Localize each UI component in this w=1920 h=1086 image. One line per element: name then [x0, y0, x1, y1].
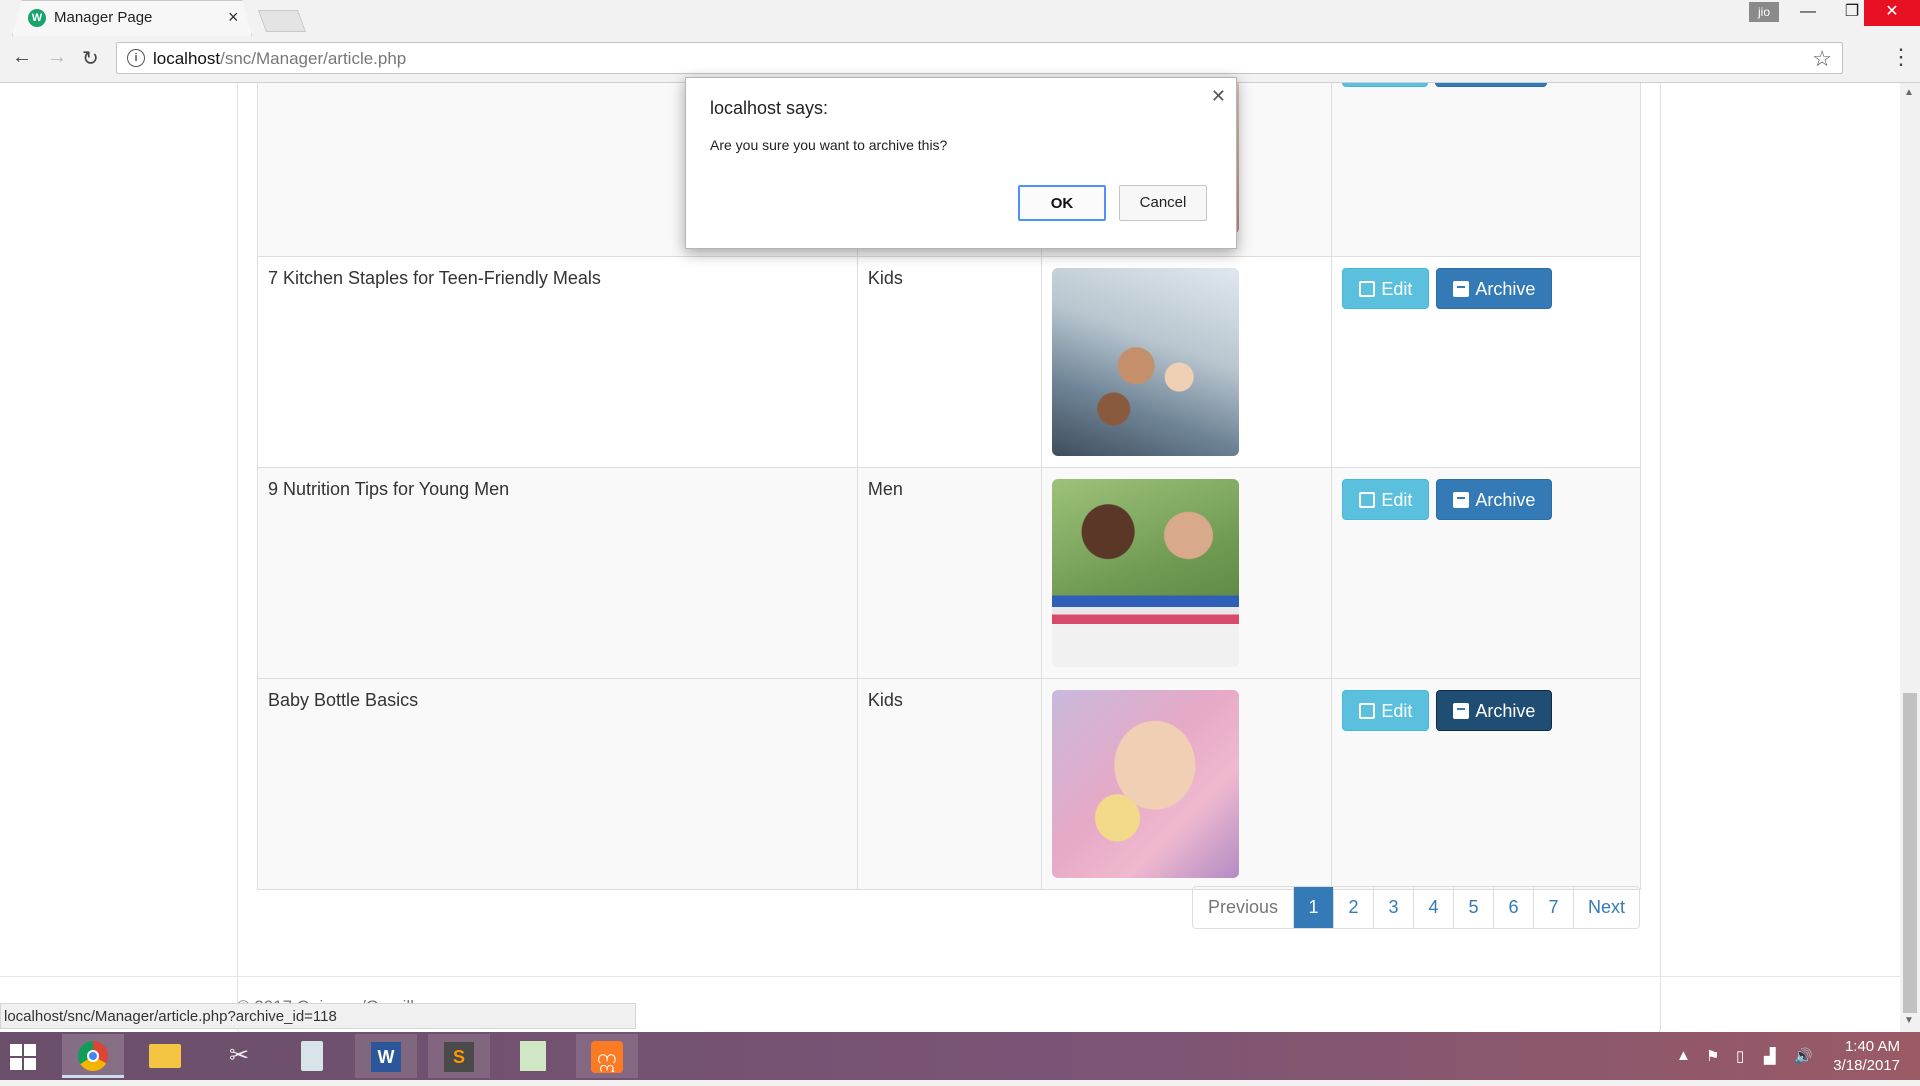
show-hidden-icons-icon[interactable]: ▲ — [1676, 1047, 1691, 1064]
archive-label: Archive — [1475, 279, 1536, 299]
notepad-icon[interactable] — [502, 1034, 564, 1078]
edit-button[interactable]: Edit — [1342, 479, 1430, 520]
status-bar-url: localhost/snc/Manager/article.php?archiv… — [0, 1003, 636, 1029]
window-close-icon[interactable]: ✕ — [1864, 0, 1920, 26]
edit-icon — [1359, 703, 1376, 719]
article-title: 9 Nutrition Tips for Young Men — [257, 467, 858, 679]
article-category: Kids — [856, 678, 1042, 890]
table-row: Baby Bottle Basics Kids Edit Archive — [257, 678, 1641, 890]
edit-button[interactable]: Edit — [1342, 690, 1430, 731]
wordpress-favicon-icon: W — [28, 9, 46, 27]
archive-button[interactable]: Archive — [1436, 479, 1553, 520]
windows-start-icon[interactable] — [10, 1044, 38, 1070]
browser-titlebar: W Manager Page × jio — ❐ ✕ — [0, 0, 1920, 36]
edit-icon — [1359, 281, 1376, 297]
pagination: Previous 1 2 3 4 5 6 7 Next — [1192, 886, 1641, 929]
confirm-dialog: localhost says: ✕ Are you sure you want … — [685, 77, 1237, 249]
xampp-icon[interactable]: ဣ — [576, 1034, 638, 1078]
new-tab-button[interactable] — [257, 10, 307, 32]
info-icon[interactable]: i — [127, 49, 145, 67]
dialog-close-icon[interactable]: ✕ — [1211, 86, 1226, 107]
chrome-icon[interactable] — [62, 1034, 124, 1078]
actions-cell: Edit Archive — [1331, 678, 1641, 890]
pagination-page-3[interactable]: 3 — [1373, 887, 1413, 928]
profile-badge[interactable]: jio — [1749, 2, 1779, 22]
url-host: localhost — [153, 49, 221, 68]
pagination-page-4[interactable]: 4 — [1413, 887, 1453, 928]
pagination-page-6[interactable]: 6 — [1493, 887, 1533, 928]
two-young-men-image — [1051, 479, 1239, 667]
baby-with-bottle-image — [1051, 690, 1239, 878]
archive-icon — [1453, 281, 1470, 297]
archive-label: Archive — [1475, 490, 1536, 510]
archive-button[interactable] — [1435, 83, 1548, 87]
file-explorer-icon[interactable] — [134, 1034, 196, 1078]
windows-taskbar: ✂ W S ဣ ▲ ⚑ ▯ ▟ 🔊 1:40 AM 3/18/2017 — [0, 1032, 1920, 1080]
edit-button[interactable]: Edit — [1342, 268, 1430, 309]
actions-cell: Edit Archive — [1331, 467, 1641, 679]
scroll-thumb[interactable] — [1903, 693, 1917, 1013]
teens-in-kitchen-image — [1051, 268, 1239, 456]
bookmark-star-icon[interactable]: ☆ — [1812, 46, 1832, 72]
taskbar-clock[interactable]: 1:40 AM 3/18/2017 — [1820, 1037, 1900, 1075]
edit-label: Edit — [1381, 490, 1413, 510]
network-icon[interactable]: ▟ — [1764, 1047, 1776, 1065]
address-bar[interactable]: i localhost/snc/Manager/article.php ☆ — [116, 42, 1843, 74]
back-arrow-icon[interactable]: ← — [12, 46, 32, 69]
ok-button[interactable]: OK — [1018, 185, 1106, 221]
forward-arrow-icon[interactable]: → — [47, 46, 67, 69]
page-scrollbar[interactable]: ▲ ▼ — [1900, 83, 1920, 1032]
sublime-text-icon[interactable]: S — [428, 1034, 490, 1078]
volume-icon[interactable]: 🔊 — [1794, 1047, 1813, 1065]
table-row: 7 Kitchen Staples for Teen-Friendly Meal… — [257, 256, 1641, 468]
pagination-page-1[interactable]: 1 — [1293, 887, 1334, 928]
pagination-page-7[interactable]: 7 — [1533, 887, 1573, 928]
browser-menu-icon[interactable]: ⋮ — [1890, 44, 1912, 70]
action-center-flag-icon[interactable]: ⚑ — [1706, 1047, 1719, 1065]
browser-toolbar: ← → ↻ i localhost/snc/Manager/article.ph… — [0, 36, 1920, 83]
article-image-cell — [1040, 467, 1333, 679]
scroll-up-icon[interactable]: ▲ — [1904, 87, 1914, 98]
word-icon[interactable]: W — [355, 1034, 417, 1078]
article-title: Baby Bottle Basics — [257, 678, 858, 890]
actions-cell — [1331, 83, 1641, 257]
pagination-next[interactable]: Next — [1573, 887, 1639, 928]
calculator-icon[interactable] — [281, 1034, 343, 1078]
pagination-page-2[interactable]: 2 — [1333, 887, 1373, 928]
clock-date: 3/18/2017 — [1833, 1057, 1900, 1074]
pagination-page-5[interactable]: 5 — [1453, 887, 1493, 928]
actions-cell: Edit Archive — [1331, 256, 1641, 468]
pagination-previous[interactable]: Previous — [1193, 887, 1293, 928]
article-category: Men — [856, 467, 1042, 679]
battery-icon[interactable]: ▯ — [1736, 1047, 1744, 1065]
dialog-title: localhost says: — [710, 98, 829, 118]
archive-icon — [1453, 492, 1470, 508]
article-image-cell — [1040, 678, 1333, 890]
article-title: 7 Kitchen Staples for Teen-Friendly Meal… — [257, 256, 858, 468]
dialog-message: Are you sure you want to archive this? — [710, 137, 948, 153]
snipping-tool-icon[interactable]: ✂ — [208, 1034, 270, 1078]
clock-time: 1:40 AM — [1844, 1038, 1900, 1055]
tab-title[interactable]: Manager Page — [54, 9, 152, 26]
article-image-cell — [1040, 256, 1333, 468]
cancel-button[interactable]: Cancel — [1119, 185, 1207, 221]
url-path: /snc/Manager/article.php — [220, 49, 407, 68]
edit-icon — [1359, 492, 1376, 508]
article-category: Kids — [856, 256, 1042, 468]
edit-label: Edit — [1381, 701, 1413, 721]
archive-button[interactable]: Archive — [1436, 268, 1553, 309]
tab-close-icon[interactable]: × — [228, 7, 239, 28]
table-row: 9 Nutrition Tips for Young Men Men Edit … — [257, 467, 1641, 679]
archive-icon — [1453, 703, 1470, 719]
reload-icon[interactable]: ↻ — [82, 46, 99, 71]
edit-label: Edit — [1381, 279, 1413, 299]
edit-button[interactable] — [1342, 83, 1429, 87]
archive-button[interactable]: Archive — [1436, 690, 1553, 731]
url-text[interactable]: localhost/snc/Manager/article.php — [153, 49, 406, 69]
scroll-down-icon[interactable]: ▼ — [1904, 1015, 1914, 1026]
minimize-icon[interactable]: — — [1786, 0, 1830, 26]
archive-label: Archive — [1475, 701, 1536, 721]
